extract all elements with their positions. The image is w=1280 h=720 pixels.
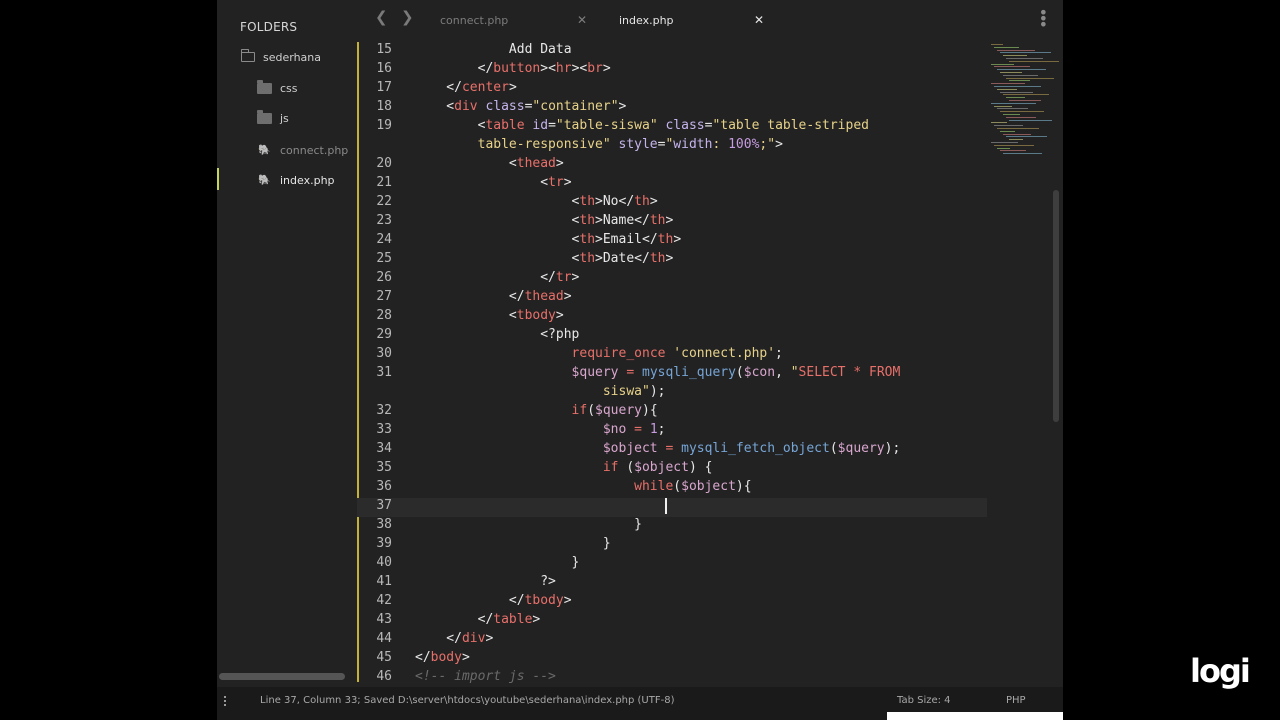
minimap-stroke xyxy=(994,125,1023,127)
minimap-stroke xyxy=(991,142,1018,143)
sidebar-item-label: sederhana xyxy=(263,50,322,64)
syntax-setting[interactable]: PHP xyxy=(1006,695,1026,706)
tab-connect-php[interactable]: connect.php ✕ xyxy=(427,0,597,42)
sidebar-item-label: js xyxy=(280,111,289,125)
minimap-stroke xyxy=(1006,77,1054,79)
close-icon[interactable]: ✕ xyxy=(577,13,587,27)
code-editor[interactable]: 15 Add Data 16 </button><hr><br> 17 </ce… xyxy=(357,42,1063,687)
minimap-stroke xyxy=(1006,136,1047,138)
minimap-stroke xyxy=(1009,139,1023,141)
sidebar-item-sederhana[interactable]: sederhana xyxy=(240,47,322,67)
minimap-stroke xyxy=(994,86,1041,87)
minimap-stroke xyxy=(1000,111,1044,113)
folder-icon xyxy=(257,79,272,94)
sidebar-scrollbar[interactable] xyxy=(219,673,345,680)
minimap-stroke xyxy=(997,88,1017,90)
sidebar-item-label: connect.php xyxy=(280,143,349,157)
minimap-stroke xyxy=(1009,80,1030,82)
minimap-stroke xyxy=(1009,100,1041,101)
code-line-current: 37 xyxy=(357,498,987,517)
minimap-stroke xyxy=(997,49,1035,51)
minimap-stroke xyxy=(991,122,1007,124)
php-file-icon: 🐘 xyxy=(258,174,271,186)
minimap-stroke xyxy=(1003,133,1031,135)
minimap-stroke xyxy=(997,69,1046,71)
sidebar-item-index-php[interactable]: 🐘 index.php xyxy=(258,170,335,190)
minimap-stroke xyxy=(1000,72,1022,73)
tab-index-php[interactable]: index.php ✕ xyxy=(607,0,780,44)
minimap-stroke xyxy=(1000,130,1015,132)
sidebar-item-js[interactable]: js xyxy=(257,108,289,128)
minimap-stroke xyxy=(1003,153,1042,155)
minimap-stroke xyxy=(1000,150,1026,152)
minimap-stroke xyxy=(1006,58,1043,59)
minimap-stroke xyxy=(997,147,1010,149)
folders-title: FOLDERS xyxy=(240,20,298,34)
sidebar-item-label: index.php xyxy=(280,173,335,187)
active-file-indicator xyxy=(217,168,219,190)
minimap-stroke xyxy=(994,144,1034,146)
minimap-stroke xyxy=(1000,52,1051,54)
folder-open-icon xyxy=(240,49,255,62)
chevron-left-icon[interactable]: ❮ xyxy=(375,8,388,26)
minimap[interactable] xyxy=(987,42,1059,162)
sidebar-item-label: css xyxy=(280,81,298,95)
more-options-icon[interactable]: • • • xyxy=(1039,5,1048,33)
panel-toggle-icon[interactable] xyxy=(224,696,226,708)
minimap-stroke xyxy=(994,66,1030,68)
minimap-stroke xyxy=(991,83,1025,85)
sidebar-item-connect-php[interactable]: 🐘 connect.php xyxy=(258,140,348,160)
minimap-stroke xyxy=(1003,114,1020,115)
overlay-bar xyxy=(887,712,1063,720)
minimap-stroke xyxy=(1006,97,1025,99)
minimap-stroke xyxy=(1003,94,1049,96)
editor-window: FOLDERS sederhana css js 🐘 connect.php 🐘… xyxy=(217,0,1063,720)
minimap-stroke xyxy=(1003,55,1027,57)
tab-label: connect.php xyxy=(440,14,509,27)
minimap-stroke xyxy=(1009,119,1052,121)
sidebar: FOLDERS sederhana css js 🐘 connect.php 🐘… xyxy=(217,0,357,687)
minimap-stroke xyxy=(991,63,1014,65)
minimap-stroke xyxy=(997,108,1028,110)
minimap-stroke xyxy=(994,105,1012,107)
close-icon[interactable]: ✕ xyxy=(754,13,764,27)
minimap-stroke xyxy=(991,102,1036,104)
chevron-right-icon[interactable]: ❯ xyxy=(401,8,414,26)
tab-label: index.php xyxy=(619,14,674,27)
folder-icon xyxy=(257,109,272,124)
minimap-stroke xyxy=(994,46,1019,48)
minimap-stroke xyxy=(997,128,1039,129)
minimap-stroke xyxy=(991,44,1003,45)
minimap-stroke xyxy=(1000,91,1033,93)
logi-watermark: logi xyxy=(1190,652,1251,690)
php-file-icon: 🐘 xyxy=(258,144,271,156)
minimap-stroke xyxy=(1009,60,1059,62)
minimap-stroke xyxy=(1006,116,1036,118)
tab-bar: ❮ ❯ connect.php ✕ index.php ✕ • • • xyxy=(357,0,1063,44)
text-caret xyxy=(665,498,668,514)
tab-size-setting[interactable]: Tab Size: 4 xyxy=(897,695,951,706)
editor-scrollbar[interactable] xyxy=(1053,190,1059,422)
minimap-stroke xyxy=(1003,74,1038,76)
status-position: Line 37, Column 33; Saved D:\server\htdo… xyxy=(260,695,675,706)
sidebar-item-css[interactable]: css xyxy=(257,78,298,98)
